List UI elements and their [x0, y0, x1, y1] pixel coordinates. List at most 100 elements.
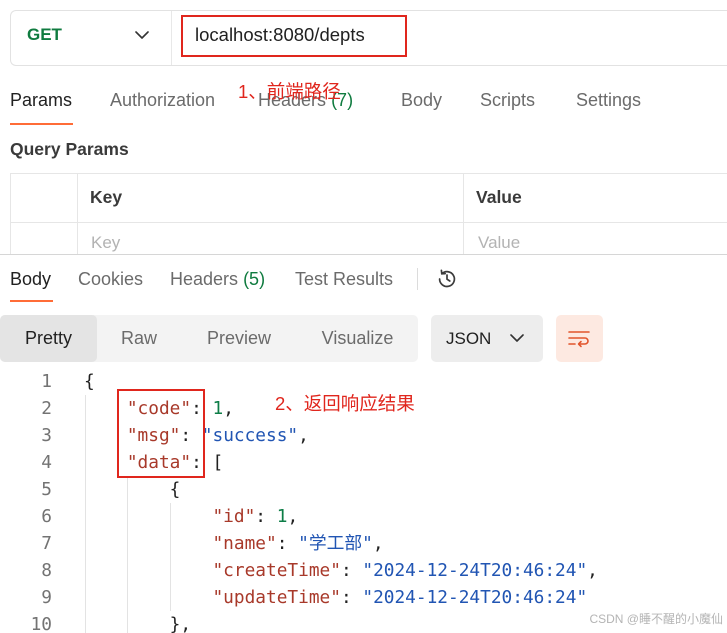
row-checkbox-cell[interactable]: [11, 222, 78, 254]
tab-params[interactable]: Params: [10, 89, 72, 111]
json-punctuation: ,: [287, 506, 299, 527]
line-number: 2: [41, 398, 52, 419]
json-punctuation: ,: [372, 533, 384, 554]
line-number: 3: [41, 425, 52, 446]
active-tab-indicator: [10, 123, 73, 125]
column-header-label: Value: [476, 187, 522, 207]
tab-settings[interactable]: Settings: [576, 89, 641, 111]
code-line: 8 "createTime": "2024-12-24T20:46:24",: [0, 557, 727, 584]
code-line-text: {: [84, 368, 95, 395]
json-key: "updateTime": [212, 587, 341, 608]
wrap-lines-button[interactable]: [556, 315, 603, 362]
pane-divider[interactable]: [0, 254, 727, 255]
tab-response-body[interactable]: Body: [10, 268, 51, 290]
format-label: JSON: [446, 329, 492, 348]
table-row: Key Value: [11, 222, 727, 254]
placeholder-text: Key: [91, 233, 121, 252]
active-tab-indicator: [10, 300, 53, 302]
history-icon[interactable]: [436, 268, 458, 290]
tab-authorization[interactable]: Authorization: [110, 89, 215, 111]
tab-label: Settings: [576, 90, 642, 110]
json-string: "success": [201, 425, 299, 446]
code-line: 7 "name": "学工部",: [0, 530, 727, 557]
code-line-text: "createTime": "2024-12-24T20:46:24",: [84, 557, 598, 584]
placeholder-text: Value: [478, 233, 521, 252]
annotation-box-response-keys: [117, 389, 205, 478]
tab-cookies[interactable]: Cookies: [78, 268, 143, 290]
param-value-input[interactable]: Value: [464, 222, 727, 254]
code-line: 4 "data": [: [0, 449, 727, 476]
annotation-url-note: 1、前端路径: [238, 81, 341, 102]
json-punctuation: ,: [587, 560, 598, 581]
json-punctuation: {: [169, 479, 181, 500]
code-line: 5 {: [0, 476, 727, 503]
checkbox-column-header: [11, 174, 78, 222]
json-string: "2024-12-24T20:46:24": [362, 560, 588, 581]
query-params-table: Key Value Key Value: [10, 173, 727, 254]
json-punctuation: :: [255, 506, 277, 527]
line-number: 4: [41, 452, 52, 473]
json-punctuation: :: [340, 587, 363, 608]
code-line: 6 "id": 1,: [0, 503, 727, 530]
chevron-down-icon: [510, 334, 524, 342]
tab-separator: [417, 268, 418, 290]
method-label: GET: [27, 25, 62, 44]
tab-label: Params: [10, 90, 73, 110]
line-number: 1: [41, 371, 52, 392]
tab-response-headers[interactable]: Headers (5): [170, 268, 265, 290]
tab-label: Cookies: [78, 269, 144, 289]
column-header-label: Key: [90, 187, 123, 207]
code-line-text: {: [84, 476, 181, 503]
view-mode-raw[interactable]: Raw: [97, 315, 181, 362]
code-line: 9 "updateTime": "2024-12-24T20:46:24": [0, 584, 727, 611]
tab-label: Scripts: [480, 90, 536, 110]
json-punctuation: :: [340, 560, 363, 581]
code-line: 3 "msg": "success",: [0, 422, 727, 449]
line-number: 8: [41, 560, 52, 581]
code-line-text: "id": 1,: [84, 503, 298, 530]
column-header-value: Value: [464, 174, 727, 222]
chevron-down-icon: [135, 31, 149, 39]
line-number: 7: [41, 533, 52, 554]
section-title: Query Params: [10, 139, 129, 159]
view-mode-pretty[interactable]: Pretty: [0, 315, 97, 362]
code-line-text: "updateTime": "2024-12-24T20:46:24": [84, 584, 587, 611]
tab-label: Body: [10, 269, 52, 289]
json-punctuation: },: [169, 614, 192, 633]
json-key: "createTime": [212, 560, 341, 581]
json-number: 1: [276, 506, 288, 527]
json-punctuation: :: [276, 533, 299, 554]
line-number: 10: [30, 614, 52, 633]
json-key: "name": [212, 533, 277, 554]
method-select[interactable]: GET: [11, 11, 171, 65]
tab-body[interactable]: Body: [401, 89, 442, 111]
view-mode-visualize[interactable]: Visualize: [297, 315, 418, 362]
json-number: 1: [212, 398, 224, 419]
json-punctuation: ,: [223, 398, 234, 419]
tab-label: Headers: [170, 269, 239, 289]
tab-label: Body: [401, 90, 443, 110]
code-line: 1{: [0, 368, 727, 395]
annotation-box-url: [181, 15, 407, 57]
code-line-text: "name": "学工部",: [84, 530, 384, 557]
watermark: CSDN @睡不醒的小魔仙: [589, 612, 723, 626]
json-string: "2024-12-24T20:46:24": [362, 587, 588, 608]
json-key: "id": [212, 506, 256, 527]
annotation-response-note: 2、返回响应结果: [275, 393, 415, 414]
tab-label: Authorization: [110, 90, 216, 110]
line-number: 9: [41, 587, 52, 608]
param-key-input[interactable]: Key: [78, 222, 464, 254]
column-header-key: Key: [78, 174, 464, 222]
wrap-lines-icon: [567, 328, 591, 348]
tab-scripts[interactable]: Scripts: [480, 89, 535, 111]
line-number: 6: [41, 506, 52, 527]
headers-count-badge: (5): [243, 269, 266, 289]
tab-test-results[interactable]: Test Results: [295, 268, 393, 290]
view-mode-preview[interactable]: Preview: [181, 315, 297, 362]
format-select[interactable]: JSON: [431, 315, 543, 362]
